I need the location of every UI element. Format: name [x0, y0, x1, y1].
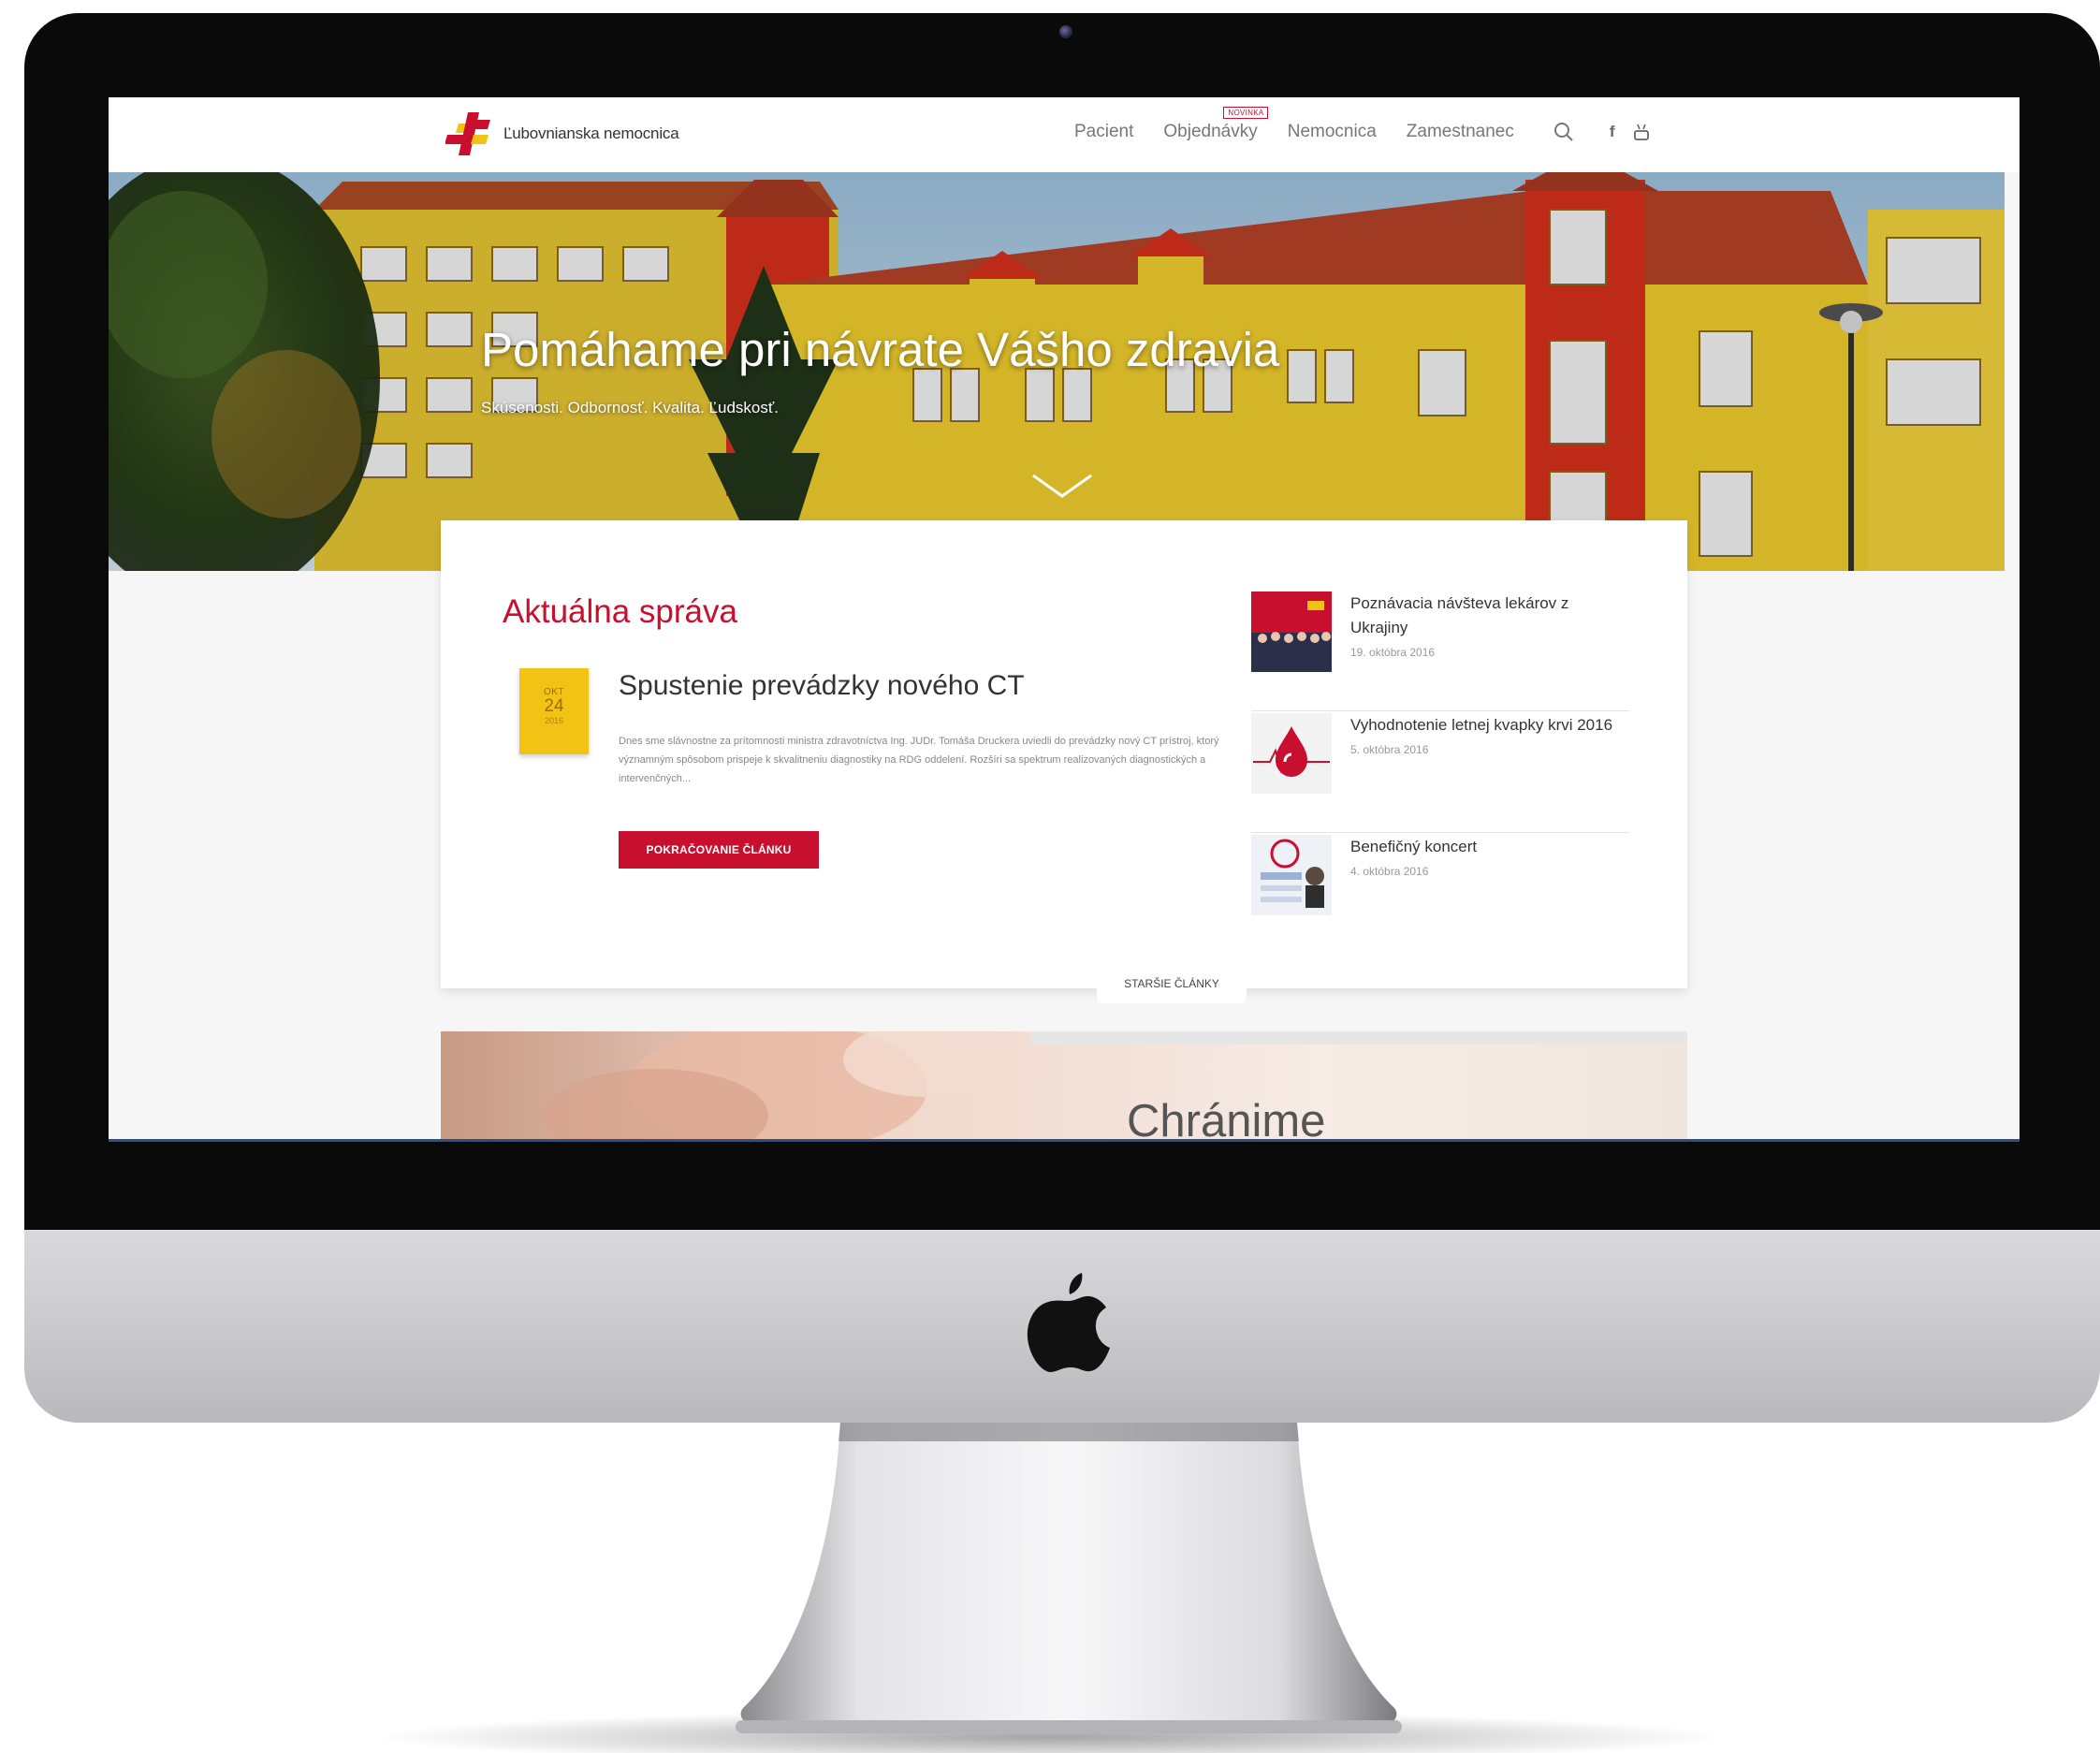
news-info: Benefičný koncert 4. októbra 2016	[1350, 835, 1477, 955]
camera-icon	[1059, 25, 1072, 38]
news-list: Poznávacia návšteva lekárov z Ukrajiny 1…	[1251, 590, 1629, 955]
facebook-icon[interactable]: f	[1610, 123, 1615, 141]
news-title[interactable]: Benefičný koncert	[1350, 835, 1477, 859]
news-list-item[interactable]: Benefičný koncert 4. októbra 2016	[1251, 833, 1629, 955]
chevron-down-icon[interactable]	[1031, 472, 1093, 500]
news-date: 5. októbra 2016	[1350, 743, 1429, 756]
hero-headline: Pomáhame pri návrate Vášho zdravia	[481, 323, 1280, 376]
nav-item-objednavky[interactable]: Objednávky NOVINKA	[1163, 107, 1269, 142]
site-logo-text: Ľubovnianska nemocnica	[503, 124, 679, 142]
news-title[interactable]: Poznávacia návšteva lekárov z Ukrajiny	[1350, 592, 1629, 640]
hero-banner: Pomáhame pri návrate Vášho zdravia Skúse…	[109, 172, 2005, 571]
news-thumbnail-image	[1251, 713, 1332, 794]
second-banner	[441, 1031, 1687, 1139]
news-info: Vyhodnotenie letnej kvapky krvi 2016 5. …	[1350, 713, 1612, 832]
news-list-item[interactable]: Vyhodnotenie letnej kvapky krvi 2016 5. …	[1251, 711, 1629, 833]
nav-item-objednavky-label: Objednávky	[1163, 122, 1258, 141]
main-nav: Pacient Objednávky NOVINKA Nemocnica Zam…	[1074, 107, 1649, 142]
news-title[interactable]: Vyhodnotenie letnej kvapky krvi 2016	[1350, 713, 1612, 738]
nav-item-zamestnanec[interactable]: Zamestnanec	[1407, 122, 1514, 142]
news-info: Poznávacia návšteva lekárov z Ukrajiny 1…	[1350, 592, 1629, 710]
news-thumbnail-image	[1251, 592, 1332, 672]
baby-care-image	[441, 1031, 1687, 1139]
date-year: 2016	[544, 716, 564, 725]
older-articles-button[interactable]: STARŠIE ČLÁNKY	[1097, 964, 1247, 1003]
nav-item-pacient[interactable]: Pacient	[1074, 122, 1133, 142]
monitor-stand	[376, 1423, 1724, 1753]
new-badge: NOVINKA	[1223, 107, 1269, 119]
article-excerpt: Dnes sme slávnostne za prítomnosti minis…	[619, 736, 1219, 784]
date-day: 24	[544, 696, 564, 716]
apple-logo-icon	[1027, 1273, 1110, 1372]
date-badge: OKT 24 2016	[519, 668, 589, 754]
banner-headline: Chránime	[1127, 1096, 1326, 1142]
youtube-icon[interactable]	[1633, 124, 1649, 140]
news-thumbnail-image	[1251, 835, 1332, 915]
news-list-item[interactable]: Poznávacia návšteva lekárov z Ukrajiny 1…	[1251, 590, 1629, 711]
news-date: 19. októbra 2016	[1350, 646, 1436, 659]
news-heading: Aktuálna správa	[503, 593, 737, 630]
site-header: Ľubovnianska nemocnica Pacient Objednávk…	[109, 97, 2020, 172]
news-card: Aktuálna správa OKT 24 2016 Spustenie pr…	[441, 520, 1687, 988]
site-logo[interactable]: Ľubovnianska nemocnica	[445, 110, 679, 157]
nav-item-nemocnica[interactable]: Nemocnica	[1288, 122, 1377, 142]
article-title[interactable]: Spustenie prevádzky nového CT	[619, 670, 1025, 702]
continue-reading-button[interactable]: POKRAČOVANIE ČLÁNKU	[619, 831, 819, 869]
browser-screen: Ľubovnianska nemocnica Pacient Objednávk…	[109, 97, 2020, 1142]
hero-subtitle: Skúsenosti. Odbornosť. Kvalita. Ľudskosť…	[481, 399, 779, 416]
news-date: 4. októbra 2016	[1350, 865, 1429, 878]
search-icon[interactable]	[1553, 122, 1574, 142]
hospital-cross-logo-icon	[445, 112, 490, 155]
